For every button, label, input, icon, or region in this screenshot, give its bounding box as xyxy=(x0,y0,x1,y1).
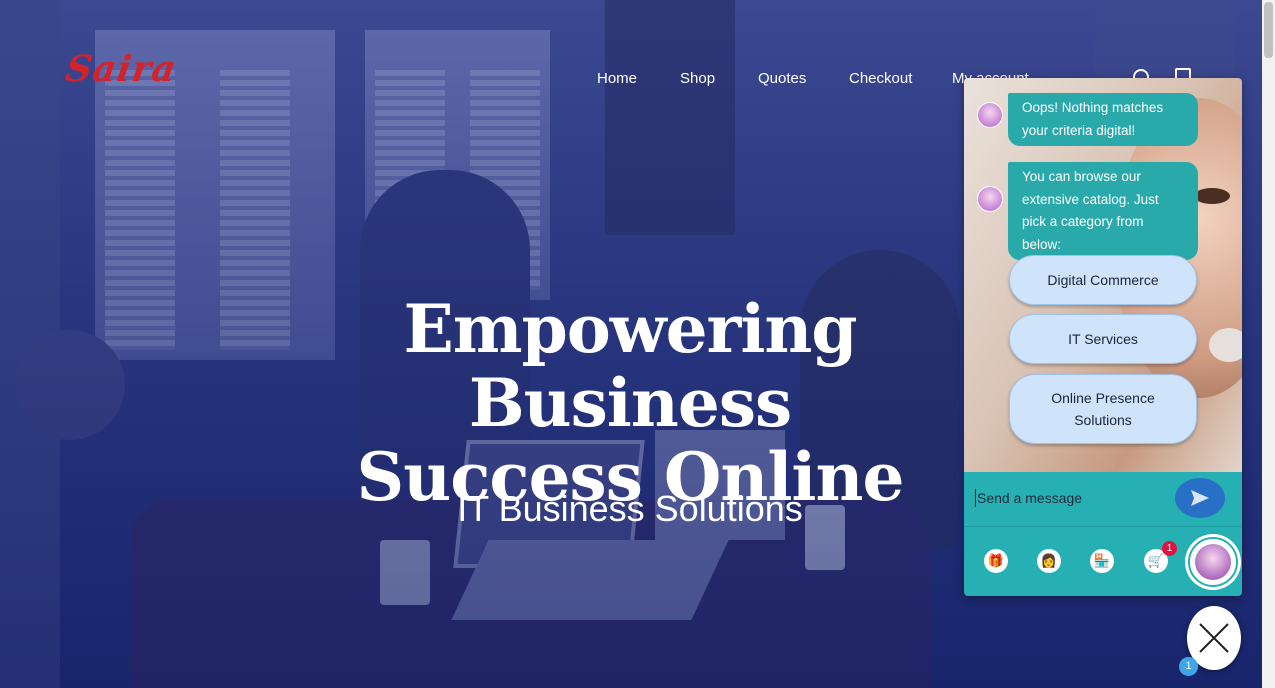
chat-widget: Oops! Nothing matches your criteria digi… xyxy=(964,78,1242,596)
chat-toolbar: 🎁 👩 🏪 🛒 1 xyxy=(964,526,1242,596)
bot-avatar-icon xyxy=(1195,544,1231,580)
page-scrollbar[interactable] xyxy=(1262,0,1275,688)
send-icon xyxy=(1191,490,1209,506)
choice-online-presence[interactable]: Online Presence Solutions xyxy=(1009,374,1197,444)
support-agent-icon[interactable]: 👩 xyxy=(1037,549,1061,573)
chat-message: You can browse our extensive catalog. Ju… xyxy=(1008,162,1198,260)
nav-checkout[interactable]: Checkout xyxy=(849,70,912,87)
scrollbar-thumb[interactable] xyxy=(1264,2,1273,58)
nav-shop[interactable]: Shop xyxy=(680,70,715,87)
chat-background: Oops! Nothing matches your criteria digi… xyxy=(964,78,1242,472)
nav-quotes[interactable]: Quotes xyxy=(758,70,806,87)
cart-count-badge: 1 xyxy=(1162,541,1177,556)
choice-digital-commerce[interactable]: Digital Commerce xyxy=(1009,255,1197,305)
site-logo[interactable]: Saira xyxy=(63,48,179,90)
message-input[interactable]: Send a message xyxy=(974,489,1082,507)
agent-photo-detail xyxy=(1209,328,1242,362)
store-icon[interactable]: 🏪 xyxy=(1090,549,1114,573)
agent-photo-detail xyxy=(1194,188,1230,204)
nav-home[interactable]: Home xyxy=(597,70,637,87)
hero-title: Empowering Business Success Online xyxy=(240,292,1020,514)
hero-title-line1: Empowering Business xyxy=(403,290,857,442)
bot-avatar-icon xyxy=(977,102,1003,128)
chat-input-bar: Send a message xyxy=(964,472,1242,526)
bot-avatar-button[interactable] xyxy=(1188,537,1238,587)
bot-avatar-icon xyxy=(977,186,1003,212)
gift-icon[interactable]: 🎁 xyxy=(984,549,1008,573)
send-button[interactable] xyxy=(1175,478,1225,518)
close-icon xyxy=(1199,623,1229,653)
chat-message: Oops! Nothing matches your criteria digi… xyxy=(1008,93,1198,146)
choice-it-services[interactable]: IT Services xyxy=(1009,314,1197,364)
hero-subtitle: IT Business Solutions xyxy=(457,488,803,529)
notification-badge: 1 xyxy=(1179,657,1198,676)
